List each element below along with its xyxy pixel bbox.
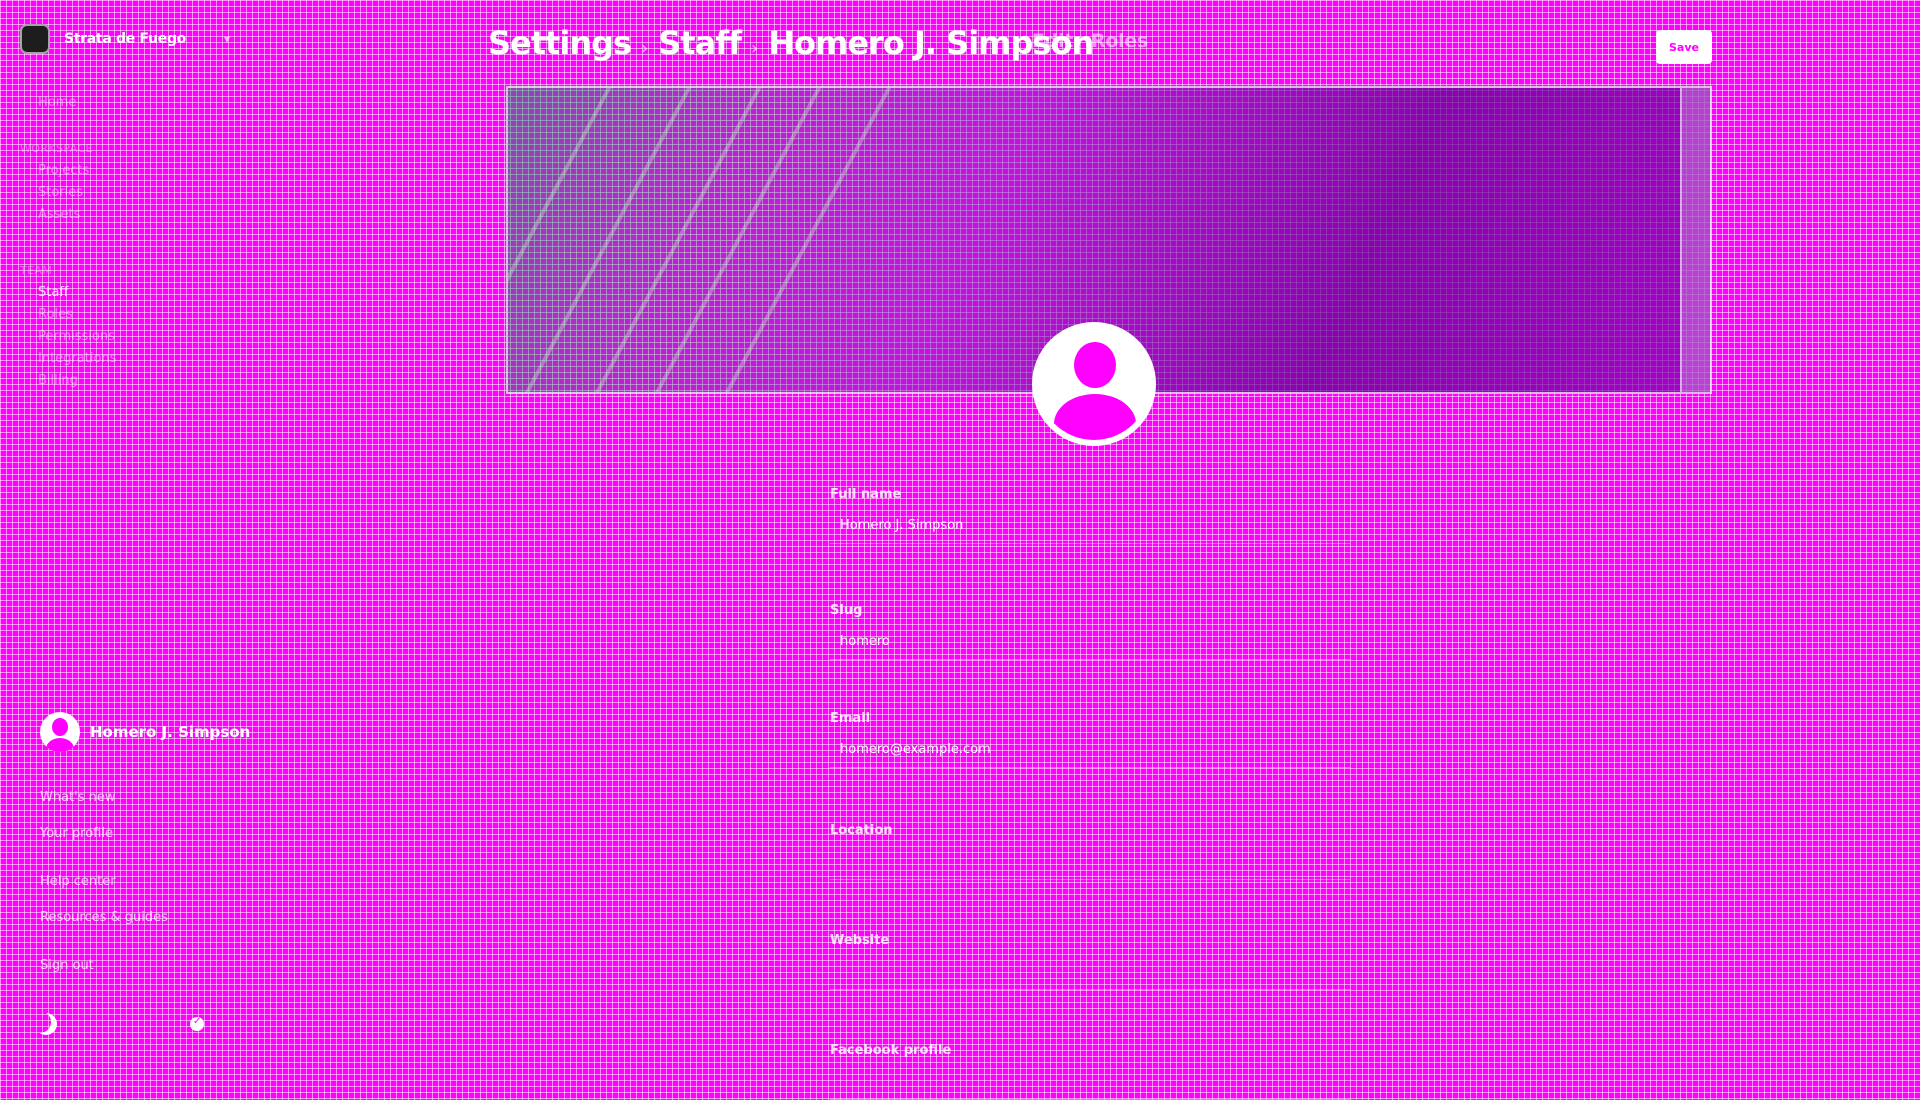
breadcrumb: Settings › Staff › Homero J. Simpson [488, 24, 1094, 62]
cover-stripe [508, 88, 632, 392]
email-label: Email [830, 711, 871, 726]
website-field: Website [830, 932, 1390, 990]
sidebar-nav: Home Workspace Projects Stories Assets T… [20, 92, 240, 392]
user-avatar-icon [40, 712, 80, 752]
slug-field: Slug [830, 602, 1390, 660]
moon-icon [35, 1013, 57, 1035]
sidebar-item-roles[interactable]: Roles [20, 304, 240, 326]
sidebar-item-staff[interactable]: Staff [20, 282, 240, 304]
breadcrumb-separator-icon: › [751, 38, 759, 59]
full-name-field: Full name [830, 486, 1390, 544]
email-input[interactable] [830, 732, 1350, 768]
user-menu: What's new Your profile Help center Reso… [40, 788, 240, 976]
sidebar-item-projects[interactable]: Projects [20, 160, 240, 182]
sidebar-section-team: Team [20, 264, 53, 277]
facebook-field: Facebook profile [830, 1042, 1390, 1100]
sidebar-item-permissions[interactable]: Permissions [20, 326, 240, 348]
brand-name: Strata de Fuego [64, 31, 186, 47]
theme-toggle-icon[interactable] [34, 1012, 58, 1036]
email-field: Email [830, 710, 1390, 768]
location-input[interactable] [830, 844, 1350, 880]
sidebar-item-stories[interactable]: Stories [20, 182, 240, 204]
user-menu-trigger[interactable]: Homero J. Simpson [40, 712, 250, 752]
sidebar-section-workspace: Workspace [20, 142, 93, 155]
menu-item-help-center[interactable]: Help center [40, 872, 240, 892]
slug-input[interactable] [830, 624, 1350, 660]
full-name-input[interactable] [830, 508, 1350, 544]
sidebar-footer [34, 1012, 204, 1036]
chevron-down-icon: ▾ [224, 32, 231, 46]
cover-stripe [710, 88, 912, 392]
slug-label: Slug [830, 603, 863, 618]
brand-switcher[interactable]: Strata de Fuego ▾ [20, 24, 230, 54]
tab-edit[interactable]: Edit [1032, 30, 1073, 52]
sidebar-item-assets[interactable]: Assets [20, 204, 240, 226]
staff-profile-form: Full name Slug Email Location Website Fa… [830, 486, 1390, 1100]
website-input[interactable] [830, 954, 1350, 990]
brand-logo-icon [20, 24, 50, 54]
website-label: Website [830, 933, 890, 948]
facebook-input[interactable] [830, 1064, 1350, 1100]
location-label: Location [830, 823, 893, 838]
user-name: Homero J. Simpson [90, 723, 251, 741]
sidebar-item-billing[interactable]: Billing [20, 370, 240, 392]
menu-item-whats-new[interactable]: What's new [40, 788, 240, 808]
menu-item-sign-out[interactable]: Sign out [40, 956, 240, 976]
menu-item-your-profile[interactable]: Your profile [40, 824, 240, 844]
cover-stripe [640, 88, 842, 392]
breadcrumb-item-staff[interactable]: Staff [658, 24, 742, 62]
header-tabs: Edit Roles [1032, 30, 1148, 52]
sidebar-item-home[interactable]: Home [20, 92, 240, 114]
breadcrumb-item-settings[interactable]: Settings [488, 24, 632, 62]
profile-picture-avatar[interactable] [1032, 322, 1156, 446]
tab-roles[interactable]: Roles [1091, 30, 1148, 52]
menu-item-resources[interactable]: Resources & guides [40, 908, 240, 928]
save-button[interactable]: Save [1656, 30, 1712, 64]
sidebar: Strata de Fuego ▾ Home Workspace Project… [0, 0, 256, 1080]
facebook-label: Facebook profile [830, 1043, 952, 1058]
breadcrumb-separator-icon: › [641, 38, 649, 59]
location-field: Location [830, 822, 1390, 880]
status-check-icon[interactable] [190, 1016, 204, 1031]
full-name-label: Full name [830, 487, 902, 502]
sidebar-item-integrations[interactable]: Integrations [20, 348, 240, 370]
cover-edge [1680, 88, 1710, 392]
